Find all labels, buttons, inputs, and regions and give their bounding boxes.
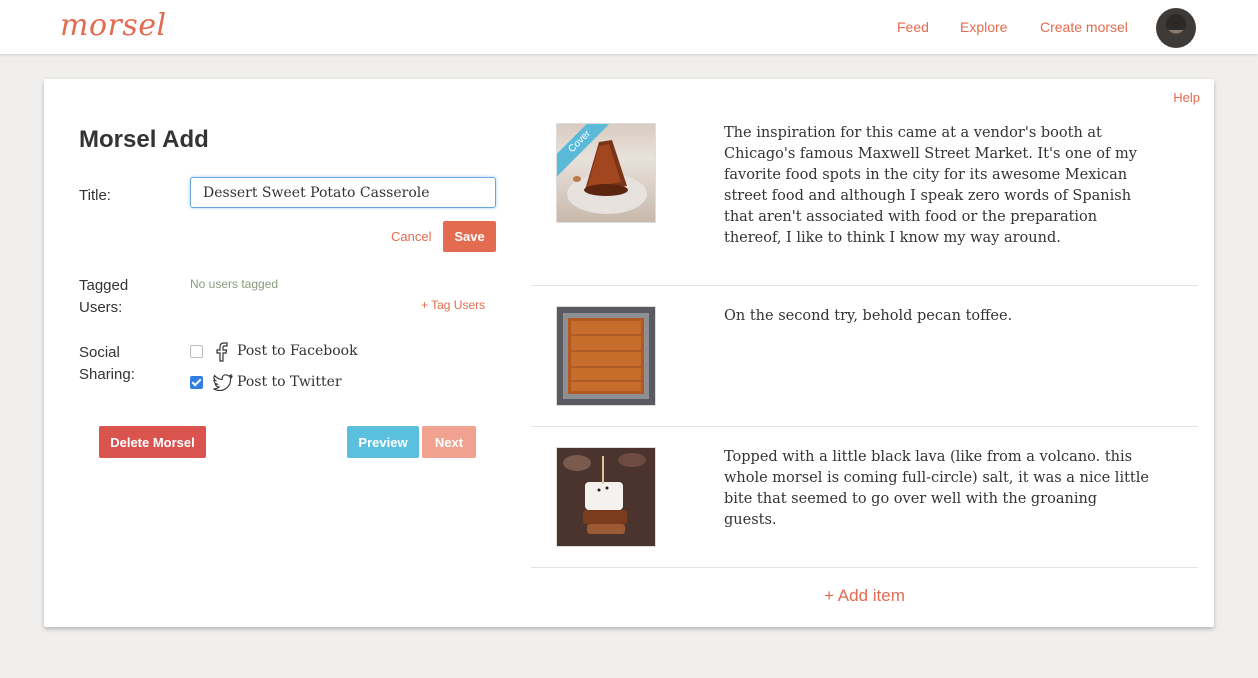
avatar[interactable] (1156, 8, 1196, 48)
item-description[interactable]: The inspiration for this came at a vendo… (724, 123, 1154, 249)
no-users-tagged: No users tagged (190, 277, 279, 291)
tag-users-button[interactable]: + Tag Users (421, 298, 485, 312)
title-input[interactable] (190, 177, 496, 208)
add-item-button[interactable]: + Add item (531, 586, 1198, 606)
nav-explore[interactable]: Explore (960, 19, 1007, 35)
logo[interactable]: morsel (60, 8, 167, 43)
preview-button[interactable]: Preview (347, 426, 419, 458)
next-button[interactable]: Next (422, 426, 476, 458)
social-sharing-label: Social Sharing: (79, 342, 135, 386)
twitter-checkbox[interactable] (190, 376, 203, 389)
item-divider (531, 567, 1198, 568)
morsel-item[interactable]: Cover The inspiration for this came at a… (531, 123, 1198, 283)
social-label-line1: Social (79, 344, 120, 361)
item-divider (531, 285, 1198, 286)
help-link[interactable]: Help (1173, 90, 1200, 105)
tagged-users-label: Tagged Users: (79, 275, 128, 319)
tagged-label-line2: Users: (79, 299, 123, 316)
morsel-item[interactable]: Topped with a little black lava (like fr… (531, 447, 1198, 567)
tagged-label-line1: Tagged (79, 277, 129, 294)
item-description[interactable]: On the second try, behold pecan toffee. (724, 306, 1154, 327)
title-label: Title: (79, 187, 111, 204)
nav-create-morsel[interactable]: Create morsel (1040, 19, 1128, 35)
cancel-button[interactable]: Cancel (391, 229, 431, 244)
page-title: Morsel Add (79, 126, 209, 153)
item-photo[interactable]: Cover (556, 123, 656, 223)
save-button[interactable]: Save (443, 221, 496, 252)
nav-feed[interactable]: Feed (897, 19, 929, 35)
marshmallow-bite-image (557, 448, 655, 546)
item-photo[interactable] (556, 306, 656, 406)
post-to-facebook-label: Post to Facebook (237, 343, 358, 359)
social-label-line2: Sharing: (79, 366, 135, 383)
delete-morsel-button[interactable]: Delete Morsel (99, 426, 206, 458)
post-to-twitter-label: Post to Twitter (237, 374, 342, 390)
top-navbar: morsel Feed Explore Create morsel (0, 0, 1258, 54)
item-divider (531, 426, 1198, 427)
morsel-item[interactable]: On the second try, behold pecan toffee. (531, 306, 1198, 426)
pecan-toffee-image (557, 307, 655, 405)
morsel-editor-card: Help Morsel Add Title: Cancel Save Tagge… (44, 79, 1214, 627)
facebook-checkbox[interactable] (190, 345, 203, 358)
item-description[interactable]: Topped with a little black lava (like fr… (724, 447, 1154, 531)
item-photo[interactable] (556, 447, 656, 547)
facebook-icon (216, 342, 228, 362)
twitter-icon (213, 374, 233, 391)
